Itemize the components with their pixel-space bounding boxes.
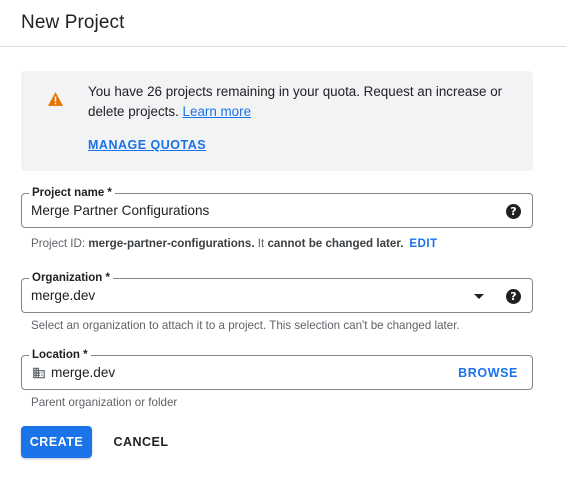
- dropdown-arrow-icon[interactable]: [474, 294, 484, 299]
- location-input[interactable]: merge.dev: [51, 365, 115, 380]
- browse-button[interactable]: BROWSE: [458, 366, 518, 380]
- project-name-label: Project name *: [29, 186, 115, 200]
- location-field[interactable]: Location * merge.dev BROWSE: [21, 348, 533, 390]
- quota-message: You have 26 projects remaining in your q…: [88, 82, 518, 122]
- warning-icon: [48, 92, 63, 106]
- organization-help-icon[interactable]: ?: [506, 289, 521, 304]
- project-id-value: merge-partner-configurations.: [88, 237, 255, 250]
- quota-message-text: You have 26 projects remaining in your q…: [88, 84, 503, 119]
- organization-field[interactable]: Organization * merge.dev ?: [21, 271, 533, 313]
- organization-select[interactable]: merge.dev: [31, 288, 95, 303]
- learn-more-link[interactable]: Learn more: [183, 104, 251, 119]
- dialog-header: New Project: [0, 0, 566, 47]
- project-name-help-icon[interactable]: ?: [506, 204, 521, 219]
- project-name-field[interactable]: Project name * Merge Partner Configurati…: [21, 186, 533, 228]
- create-button[interactable]: CREATE: [21, 426, 92, 458]
- location-hint: Parent organization or folder: [31, 396, 178, 409]
- edit-project-id-link[interactable]: EDIT: [409, 237, 437, 250]
- quota-banner: You have 26 projects remaining in your q…: [21, 71, 533, 171]
- page-title: New Project: [21, 12, 125, 33]
- project-id-hint: Project ID: merge-partner-configurations…: [31, 237, 438, 250]
- organization-label: Organization *: [29, 271, 113, 285]
- location-label: Location *: [29, 348, 91, 362]
- organization-hint: Select an organization to attach it to a…: [31, 319, 460, 332]
- cancel-button[interactable]: CANCEL: [106, 426, 176, 458]
- manage-quotas-link[interactable]: MANAGE QUOTAS: [88, 138, 206, 152]
- project-name-input[interactable]: Merge Partner Configurations: [31, 203, 209, 218]
- building-icon: [33, 367, 45, 379]
